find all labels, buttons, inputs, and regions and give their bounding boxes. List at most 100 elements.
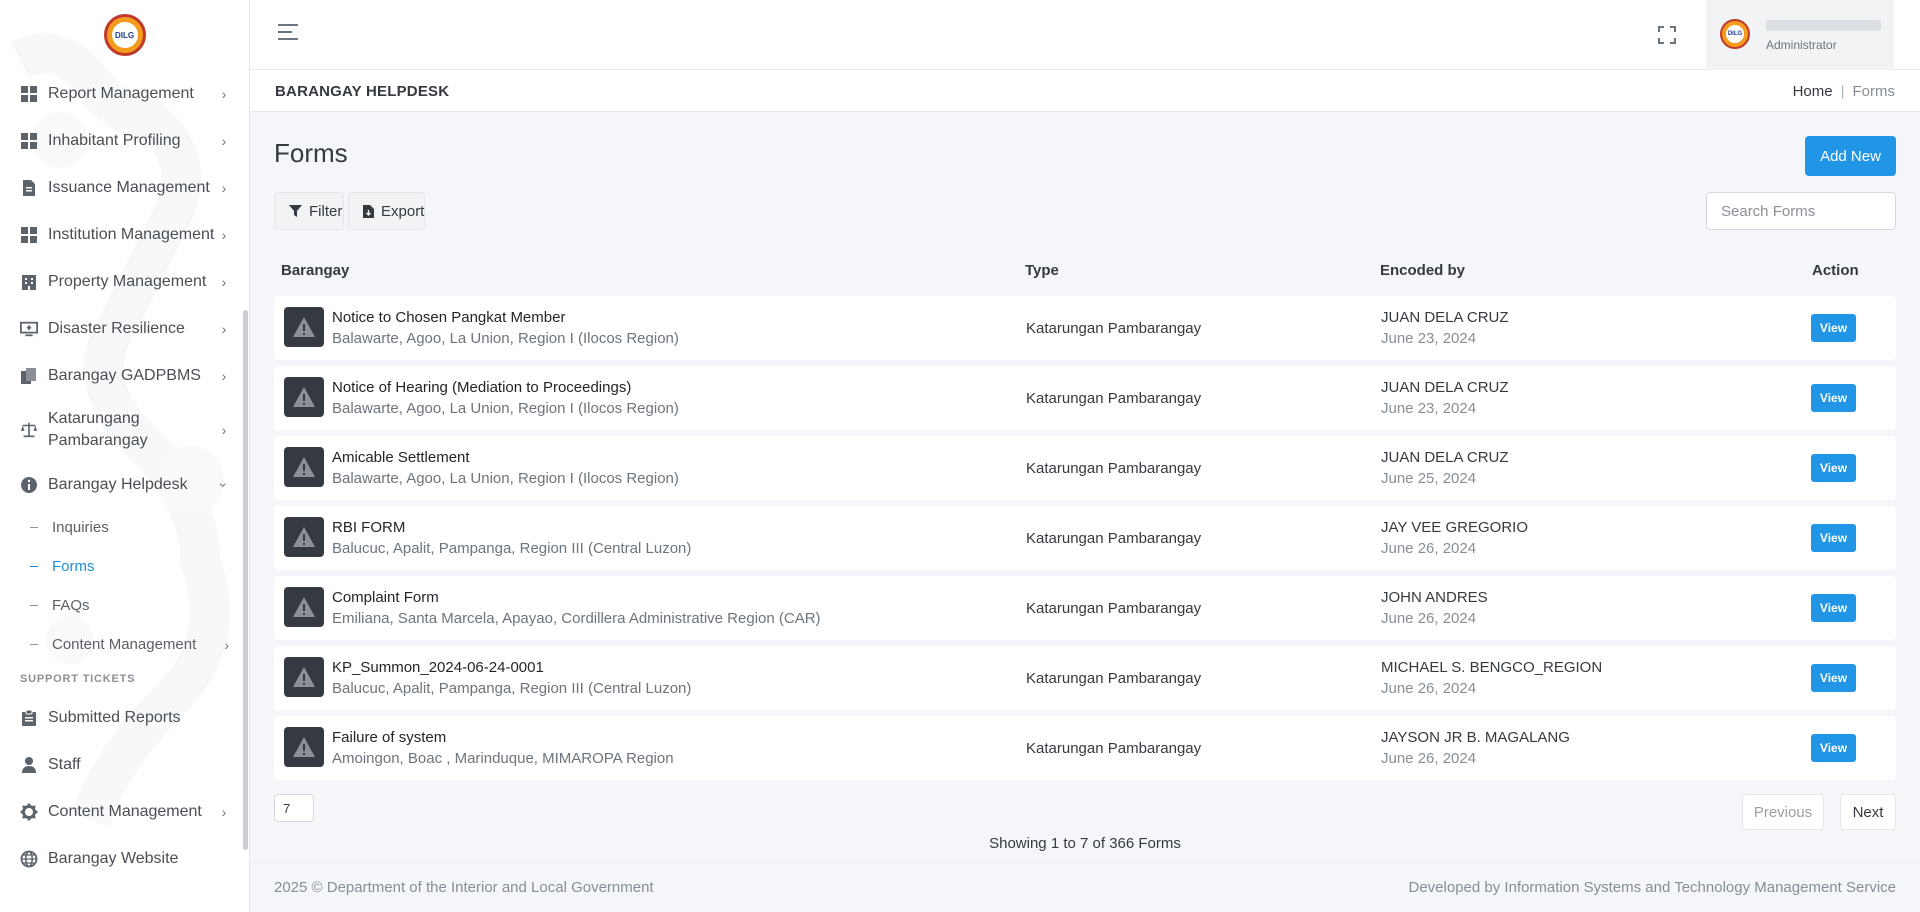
section-title: BARANGAY HELPDESK (275, 83, 450, 100)
file-export-icon (363, 204, 374, 218)
table-row: RBI FORM Balucuc, Apalit, Pampanga, Regi… (274, 506, 1896, 570)
add-new-button[interactable]: Add New (1805, 136, 1896, 176)
grid-icon (20, 132, 38, 150)
sidebar-item-label: Issuance Management (48, 178, 210, 196)
breadcrumb-separator: | (1840, 83, 1845, 100)
view-button[interactable]: View (1811, 664, 1856, 692)
form-location: Balucuc, Apalit, Pampanga, Region III (C… (332, 680, 692, 697)
form-name: Complaint Form (332, 589, 439, 606)
sidebar-item-barangay-website[interactable]: Barangay Website (0, 835, 249, 882)
footer: 2025 © Department of the Interior and Lo… (250, 862, 1920, 912)
sidebar-subitem-content-management[interactable]: Content Management › (0, 625, 249, 664)
user-menu[interactable]: DILG Administrator (1706, 0, 1894, 70)
export-button[interactable]: Export (348, 192, 425, 230)
encoded-date: June 26, 2024 (1381, 750, 1477, 767)
breadcrumb: Home | Forms (1793, 83, 1895, 100)
logo-area: DILG (0, 0, 249, 70)
chevron-right-icon: › (221, 226, 227, 243)
warning-icon (284, 657, 324, 697)
sidebar-item-property-management[interactable]: Property Management › (0, 258, 249, 305)
sidebar-nav: Report Management › Inhabitant Profiling… (0, 70, 249, 882)
form-location: Balawarte, Agoo, La Union, Region I (Ilo… (332, 330, 679, 347)
sidebar-item-issuance-management[interactable]: Issuance Management › (0, 164, 249, 211)
sidebar-item-katarungang-pambarangay[interactable]: Katarungang Pambarangay › (0, 399, 249, 461)
dash-marker (30, 527, 38, 528)
view-button[interactable]: View (1811, 524, 1856, 552)
table-row: Amicable Settlement Balawarte, Agoo, La … (274, 436, 1896, 500)
table-row: Notice of Hearing (Mediation to Proceedi… (274, 366, 1896, 430)
search-input[interactable] (1706, 192, 1896, 230)
chevron-down-icon: › (216, 482, 232, 487)
sidebar-item-institution-management[interactable]: Institution Management › (0, 211, 249, 258)
encoder-name: JOHN ANDRES (1381, 589, 1488, 606)
topbar: DILG Administrator (250, 0, 1920, 70)
sidebar-item-label: Barangay GADPBMS (48, 366, 201, 384)
sidebar-subitem-forms[interactable]: Forms (0, 547, 249, 586)
chevron-right-icon: › (221, 273, 227, 290)
view-button[interactable]: View (1811, 594, 1856, 622)
dilg-logo[interactable]: DILG (103, 14, 146, 56)
view-button[interactable]: View (1811, 384, 1856, 412)
sidebar-item-label: Katarungang Pambarangay (48, 410, 148, 449)
sidebar-item-label: Report Management (48, 84, 194, 102)
encoded-date: June 26, 2024 (1381, 540, 1477, 557)
form-name: Notice to Chosen Pangkat Member (332, 309, 566, 326)
next-page-button[interactable]: Next (1840, 794, 1896, 830)
view-button[interactable]: View (1811, 314, 1856, 342)
page-size-select[interactable]: 7 (274, 794, 314, 822)
main-content: Forms Add New Filter Export Barangay Typ… (250, 112, 1920, 852)
breadcrumb-bar: BARANGAY HELPDESK Home | Forms (250, 70, 1920, 112)
chevron-right-icon: › (221, 367, 227, 384)
sidebar-item-disaster-resilience[interactable]: Disaster Resilience › (0, 305, 249, 352)
sidebar-subitem-label: Inquiries (52, 519, 109, 536)
sidebar-item-barangay-helpdesk[interactable]: Barangay Helpdesk › (0, 461, 249, 508)
sidebar-item-staff[interactable]: Staff (0, 741, 249, 788)
view-button[interactable]: View (1811, 734, 1856, 762)
forms-table-body: Notice to Chosen Pangkat Member Balawart… (274, 296, 1896, 786)
user-icon (20, 756, 38, 774)
form-name: RBI FORM (332, 519, 406, 536)
sidebar-subitem-inquiries[interactable]: Inquiries (0, 508, 249, 547)
dash-marker (30, 605, 38, 606)
sidebar-item-barangay-gadpbms[interactable]: Barangay GADPBMS › (0, 352, 249, 399)
sidebar-item-label: Property Management (48, 272, 207, 290)
chevron-right-icon: › (221, 85, 227, 102)
sidebar-scrollbar[interactable] (243, 310, 248, 850)
dash-marker (30, 566, 38, 567)
dash-marker (30, 644, 38, 645)
form-location: Balawarte, Agoo, La Union, Region I (Ilo… (332, 400, 679, 417)
form-location: Emiliana, Santa Marcela, Apayao, Cordill… (332, 610, 821, 627)
page-title: Forms (274, 138, 348, 168)
table-header: Barangay Type Encoded by Action (274, 262, 1896, 286)
form-type: Katarungan Pambarangay (1026, 390, 1202, 407)
user-name-redacted (1766, 20, 1881, 31)
filter-button[interactable]: Filter (274, 192, 344, 230)
encoder-name: JAYSON JR B. MAGALANG (1381, 729, 1570, 746)
form-name: Notice of Hearing (Mediation to Proceedi… (332, 379, 632, 396)
warning-icon (284, 727, 324, 767)
warning-icon (284, 307, 324, 347)
sidebar-item-inhabitant-profiling[interactable]: Inhabitant Profiling › (0, 117, 249, 164)
table-row: Complaint Form Emiliana, Santa Marcela, … (274, 576, 1896, 640)
sidebar: DILG Report Management › Inhabitant Prof… (0, 0, 250, 912)
sidebar-item-label: Inhabitant Profiling (48, 131, 181, 149)
sidebar-item-report-management[interactable]: Report Management › (0, 70, 249, 117)
sidebar-item-label: Barangay Website (48, 849, 179, 867)
sidebar-item-label: Content Management (48, 802, 202, 820)
table-row: KP_Summon_2024-06-24-0001 Balucuc, Apali… (274, 646, 1896, 710)
column-header-encoded-by: Encoded by (1380, 262, 1466, 279)
sidebar-item-submitted-reports[interactable]: Submitted Reports (0, 694, 249, 741)
previous-page-button[interactable]: Previous (1742, 794, 1824, 830)
sidebar-subitem-faqs[interactable]: FAQs (0, 586, 249, 625)
globe-icon (20, 850, 38, 868)
fullscreen-icon[interactable] (1658, 26, 1676, 44)
sidebar-item-content-management[interactable]: Content Management › (0, 788, 249, 835)
form-type: Katarungan Pambarangay (1026, 460, 1202, 477)
grid-icon (20, 226, 38, 244)
breadcrumb-current: Forms (1852, 83, 1896, 100)
column-header-action: Action (1812, 262, 1859, 279)
view-button[interactable]: View (1811, 454, 1856, 482)
hamburger-menu-icon[interactable] (278, 24, 298, 42)
breadcrumb-home[interactable]: Home (1793, 83, 1833, 100)
sidebar-subitem-label: FAQs (52, 597, 90, 614)
